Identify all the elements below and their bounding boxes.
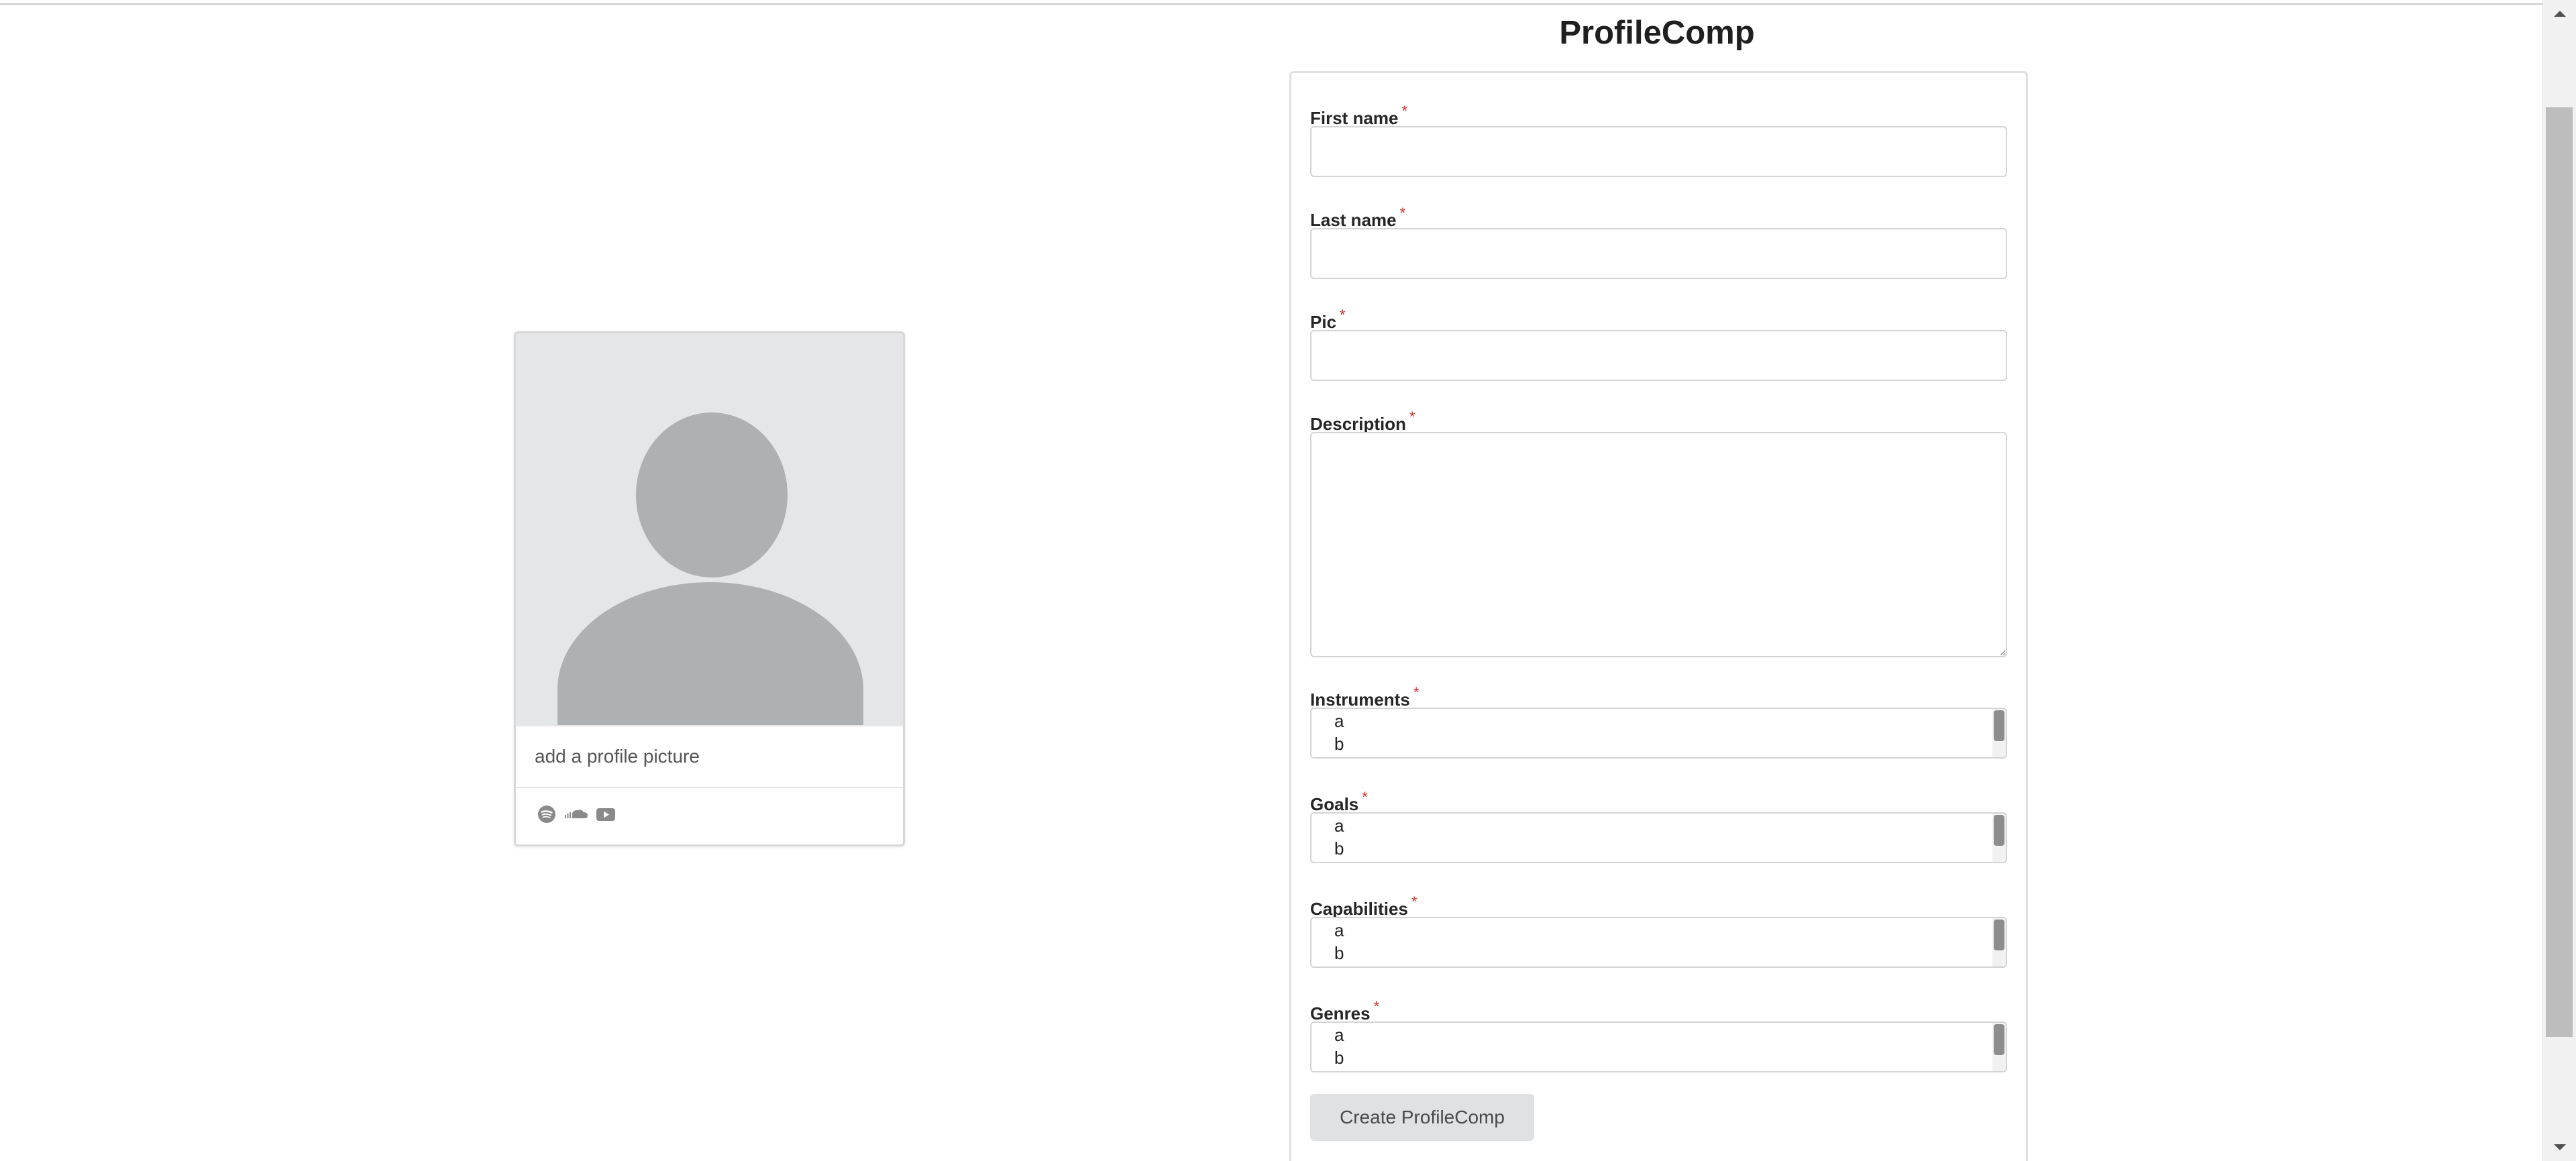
genres-scrollbar[interactable] xyxy=(1992,1023,2006,1071)
goals-scrollbar[interactable] xyxy=(1992,814,2006,862)
required-marker: * xyxy=(1340,307,1346,323)
goals-multiselect[interactable]: a b xyxy=(1310,812,2007,863)
required-marker: * xyxy=(1401,103,1408,119)
required-marker: * xyxy=(1362,789,1368,806)
first-name-input[interactable] xyxy=(1310,126,2007,177)
scroll-up-arrow-icon[interactable] xyxy=(2543,0,2576,27)
scroll-thumb[interactable] xyxy=(1994,920,2004,950)
instruments-option[interactable]: a xyxy=(1334,710,1344,732)
card-caption: add a profile picture xyxy=(516,725,903,788)
genres-option[interactable]: b xyxy=(1334,1046,1344,1069)
scroll-thumb[interactable] xyxy=(1994,710,2004,741)
page-title: ProfileComp xyxy=(1559,15,1755,51)
required-marker: * xyxy=(1399,205,1406,221)
scroll-thumb[interactable] xyxy=(1994,1024,2004,1055)
instruments-scrollbar[interactable] xyxy=(1992,709,2006,757)
pic-input[interactable] xyxy=(1310,330,2007,381)
avatar-body xyxy=(557,582,863,725)
genres-multiselect[interactable]: a b xyxy=(1310,1021,2007,1072)
genres-option[interactable]: a xyxy=(1334,1024,1344,1046)
required-marker: * xyxy=(1409,408,1415,425)
capabilities-option[interactable]: b xyxy=(1334,942,1344,964)
social-icons xyxy=(536,803,616,826)
instruments-option[interactable]: b xyxy=(1334,732,1344,755)
capabilities-option[interactable]: a xyxy=(1334,919,1344,942)
avatar-head xyxy=(636,412,788,577)
create-profilecomp-button[interactable]: Create ProfileComp xyxy=(1310,1094,1534,1141)
top-divider xyxy=(0,0,2542,5)
page-scroll-thumb[interactable] xyxy=(2546,107,2573,1037)
capabilities-multiselect[interactable]: a b xyxy=(1310,917,2007,968)
required-marker: * xyxy=(1413,684,1419,701)
profile-card: add a profile picture xyxy=(514,331,905,846)
last-name-input[interactable] xyxy=(1310,228,2007,279)
soundcloud-icon[interactable] xyxy=(563,804,590,825)
profile-form: First name * Last name * Pic * Description *… xyxy=(1289,71,2028,1161)
required-marker: * xyxy=(1411,893,1417,910)
capabilities-scrollbar[interactable] xyxy=(1992,918,2006,966)
description-textarea[interactable] xyxy=(1310,432,2007,657)
goals-option[interactable]: a xyxy=(1334,814,1344,837)
goals-option[interactable]: b xyxy=(1334,837,1344,860)
youtube-icon[interactable] xyxy=(595,804,616,825)
required-marker: * xyxy=(1373,998,1380,1015)
scroll-down-arrow-icon[interactable] xyxy=(2543,1134,2576,1161)
instruments-multiselect[interactable]: a b xyxy=(1310,708,2007,759)
spotify-icon[interactable] xyxy=(536,804,557,825)
profile-image-placeholder[interactable] xyxy=(516,333,903,725)
page-viewport: ProfileComp add a profile picture First … xyxy=(0,0,2576,1161)
page-scrollbar[interactable] xyxy=(2542,0,2576,1161)
scroll-thumb[interactable] xyxy=(1994,815,2004,846)
